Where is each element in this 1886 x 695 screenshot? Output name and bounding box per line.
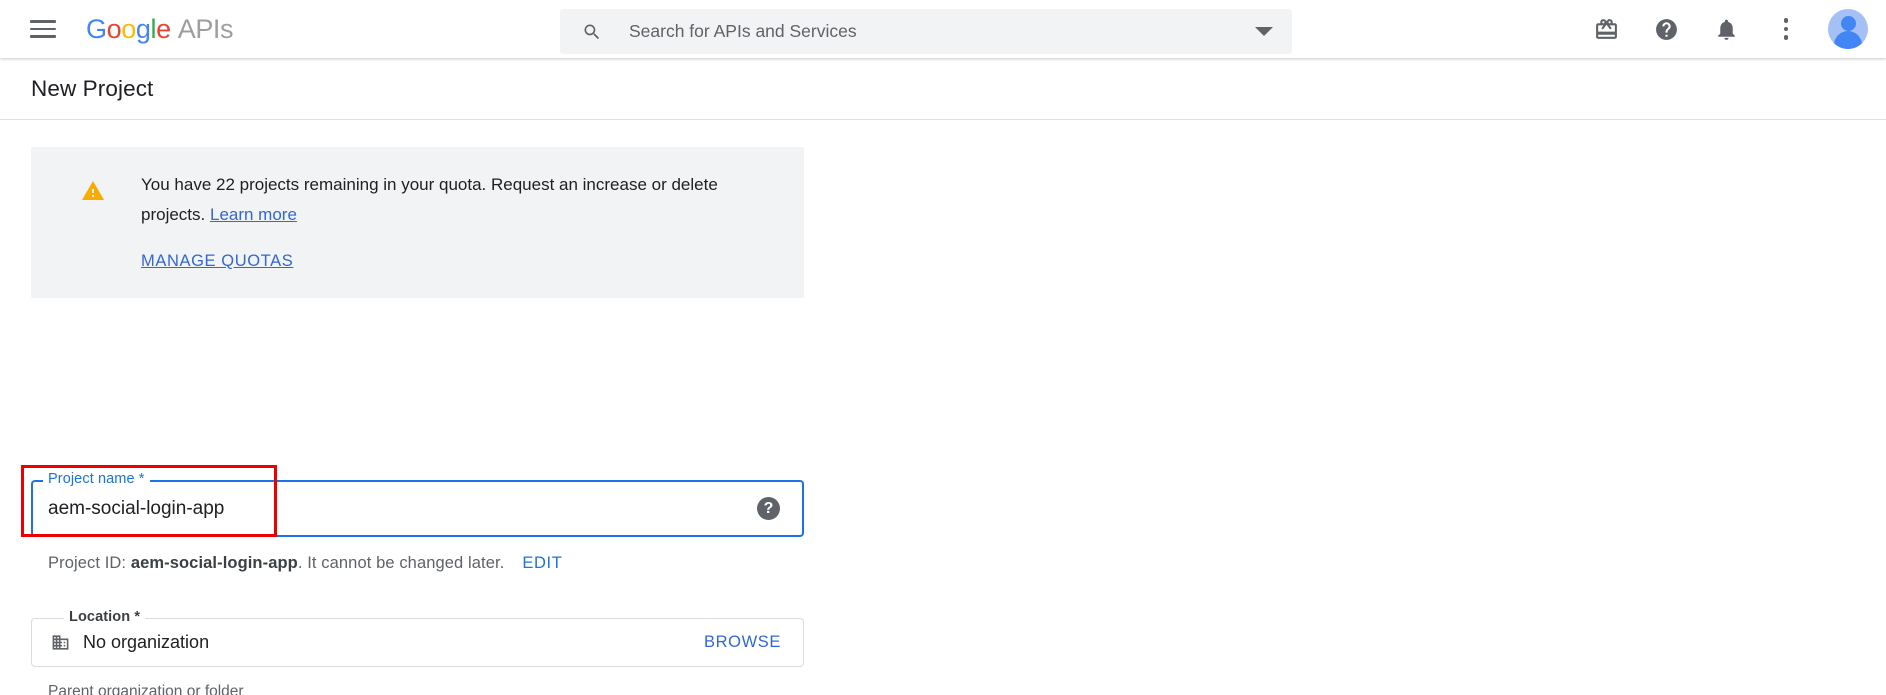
top-bar-actions	[1568, 0, 1868, 58]
logo-suffix-apis: APIs	[177, 13, 234, 44]
logo-letter-g: G	[86, 13, 107, 44]
quota-banner: You have 22 projects remaining in your q…	[31, 147, 804, 298]
top-app-bar: Google APIs	[0, 0, 1886, 58]
project-name-label: Project name *	[43, 471, 150, 487]
bell-icon[interactable]	[1704, 7, 1748, 51]
search-input[interactable]	[627, 20, 1244, 43]
logo-letter-o2: o	[121, 13, 136, 44]
warning-triangle-icon	[82, 181, 104, 200]
project-name-input[interactable]	[46, 496, 736, 521]
hamburger-menu-icon[interactable]	[27, 13, 59, 45]
gift-icon[interactable]	[1584, 7, 1628, 51]
logo-letter-o1: o	[106, 13, 122, 44]
search-icon	[584, 24, 600, 39]
page-title: New Project	[31, 75, 154, 101]
learn-more-link[interactable]: Learn more	[210, 205, 297, 224]
browse-location-button[interactable]: BROWSE	[704, 633, 781, 652]
quota-banner-body: You have 22 projects remaining in your q…	[141, 170, 753, 271]
logo-letter-e: e	[156, 13, 171, 44]
project-name-field[interactable]: Project name * ?	[31, 471, 804, 537]
project-id-value: aem-social-login-app	[130, 554, 298, 572]
project-id-text: Project ID: aem-social-login-app. It can…	[48, 554, 562, 573]
edit-project-id-button[interactable]: EDIT	[522, 554, 562, 572]
organization-building-icon	[52, 635, 69, 650]
project-id-suffix: . It cannot be changed later.	[297, 554, 505, 572]
location-value: No organization	[83, 632, 210, 652]
more-vert-icon[interactable]	[1764, 7, 1808, 51]
search-bar[interactable]	[560, 9, 1292, 54]
chevron-down-icon[interactable]	[1244, 9, 1284, 54]
google-apis-logo[interactable]: Google APIs	[86, 13, 234, 45]
help-circle-icon[interactable]	[1644, 7, 1688, 51]
project-id-prefix: Project ID:	[48, 554, 131, 572]
project-name-help-circle-icon[interactable]: ?	[757, 497, 780, 520]
quota-banner-text: You have 22 projects remaining in your q…	[141, 170, 731, 230]
logo-letter-g2: g	[135, 13, 151, 44]
location-field[interactable]: Location * No organization BROWSE	[31, 609, 804, 667]
avatar[interactable]	[1828, 9, 1868, 49]
page-header: New Project	[0, 58, 1886, 120]
location-helper-text: Parent organization or folder	[48, 683, 244, 695]
location-label: Location *	[64, 609, 146, 625]
manage-quotas-button[interactable]: MANAGE QUOTAS	[141, 252, 293, 271]
